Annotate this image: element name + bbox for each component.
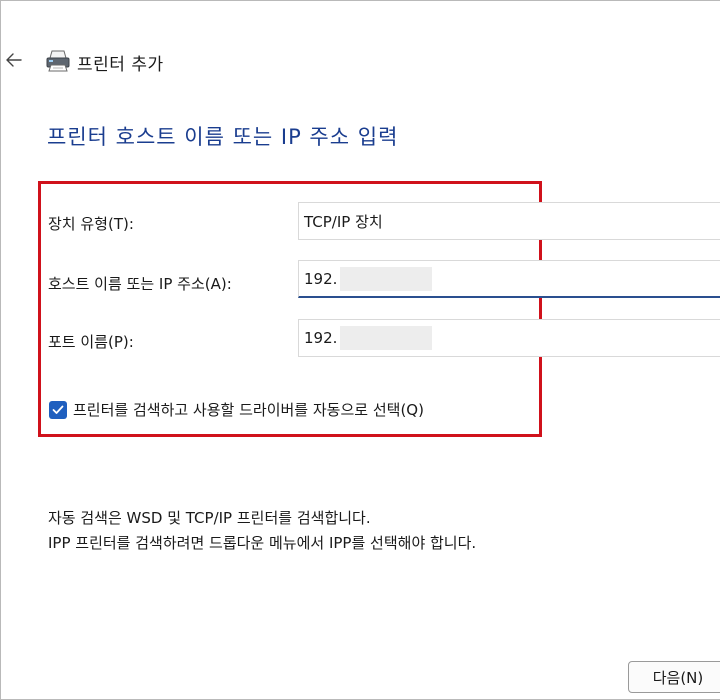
add-printer-window: 프린터 추가 프린터 호스트 이름 또는 IP 주소 입력 장치 유형(T): … xyxy=(0,0,720,700)
printer-icon xyxy=(46,50,70,72)
auto-select-label: 프린터를 검색하고 사용할 드라이버를 자동으로 선택(Q) xyxy=(73,401,424,419)
checkbox-checked[interactable] xyxy=(49,400,67,419)
back-button[interactable] xyxy=(3,49,25,71)
port-name-value: 192. xyxy=(304,329,338,347)
device-type-label: 장치 유형(T): xyxy=(48,215,134,233)
redacted-ip xyxy=(340,326,433,350)
device-type-value: TCP/IP 장치 xyxy=(304,212,383,231)
redacted-ip xyxy=(340,266,433,291)
hostname-input[interactable]: 192. xyxy=(298,260,720,298)
arrow-left-icon xyxy=(6,53,22,67)
device-type-dropdown[interactable]: TCP/IP 장치 xyxy=(298,202,720,240)
checkmark-icon xyxy=(52,405,64,414)
hostname-value: 192. xyxy=(304,269,338,288)
window-title: 프린터 추가 xyxy=(77,55,164,75)
wizard-header: 프린터 추가 xyxy=(1,41,720,81)
hostname-label: 호스트 이름 또는 IP 주소(A): xyxy=(48,275,232,293)
port-name-label: 포트 이름(P): xyxy=(48,333,134,351)
page-heading: 프린터 호스트 이름 또는 IP 주소 입력 xyxy=(47,125,399,149)
info-text-line1: 자동 검색은 WSD 및 TCP/IP 프린터를 검색합니다. xyxy=(48,509,371,527)
auto-select-driver-checkbox[interactable]: 프린터를 검색하고 사용할 드라이버를 자동으로 선택(Q) xyxy=(49,399,424,420)
next-button[interactable]: 다음(N) xyxy=(628,661,720,693)
info-text-line2: IPP 프린터를 검색하려면 드롭다운 메뉴에서 IPP를 선택해야 합니다. xyxy=(48,534,477,552)
port-name-input[interactable]: 192. xyxy=(298,319,720,357)
